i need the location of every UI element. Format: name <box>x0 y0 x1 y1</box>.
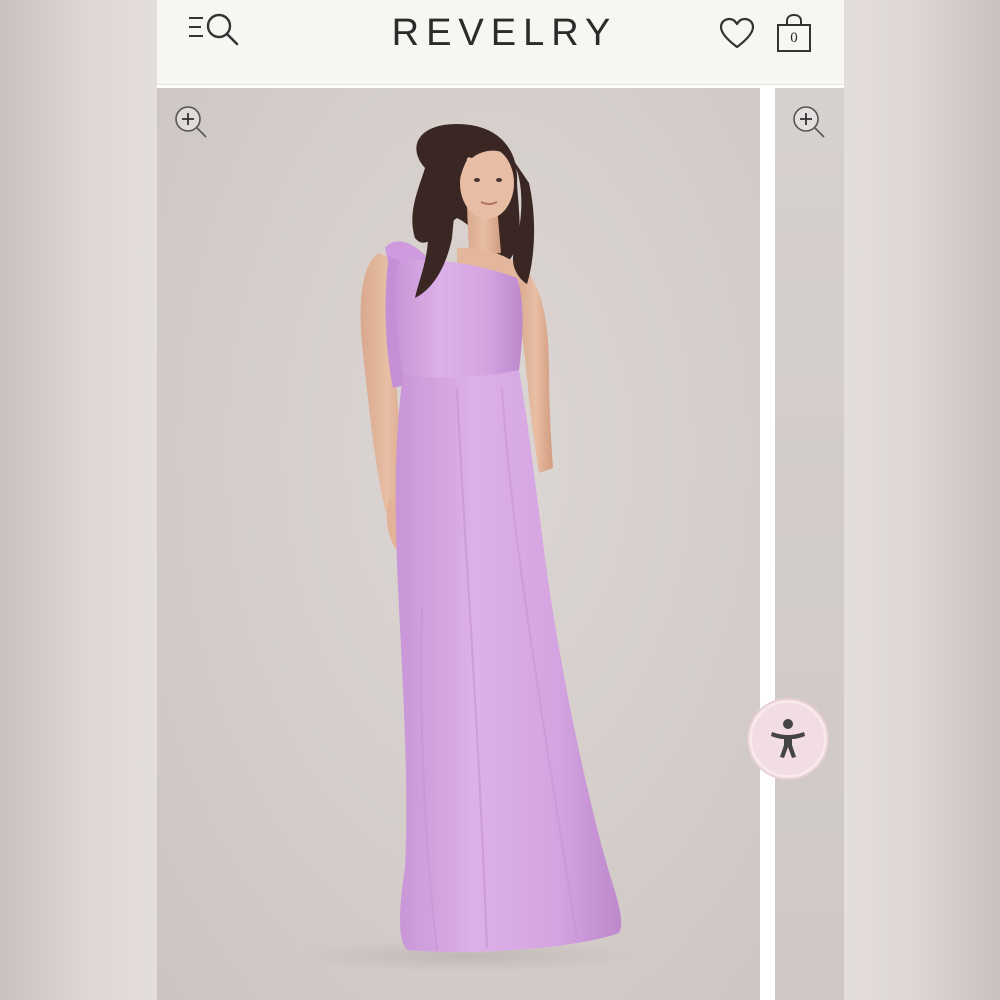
product-image-main[interactable] <box>157 88 760 1000</box>
zoom-in-icon <box>793 106 825 138</box>
wishlist-button[interactable] <box>717 14 757 54</box>
accessibility-button[interactable] <box>749 700 827 778</box>
heart-icon <box>719 17 755 49</box>
cart-button[interactable]: 0 <box>774 12 814 54</box>
cart-count-badge: 0 <box>790 30 798 46</box>
accessibility-person-icon <box>771 719 805 758</box>
model-in-dress-photo <box>297 124 637 972</box>
site-header: REVELRY 0 <box>157 0 844 85</box>
product-image-next[interactable] <box>775 88 844 1000</box>
zoom-button-main[interactable] <box>171 102 211 142</box>
product-image-gallery[interactable] <box>157 88 844 1000</box>
phone-screen: REVELRY 0 <box>157 0 844 1000</box>
zoom-in-icon <box>175 106 207 138</box>
zoom-button-next[interactable] <box>789 102 829 142</box>
